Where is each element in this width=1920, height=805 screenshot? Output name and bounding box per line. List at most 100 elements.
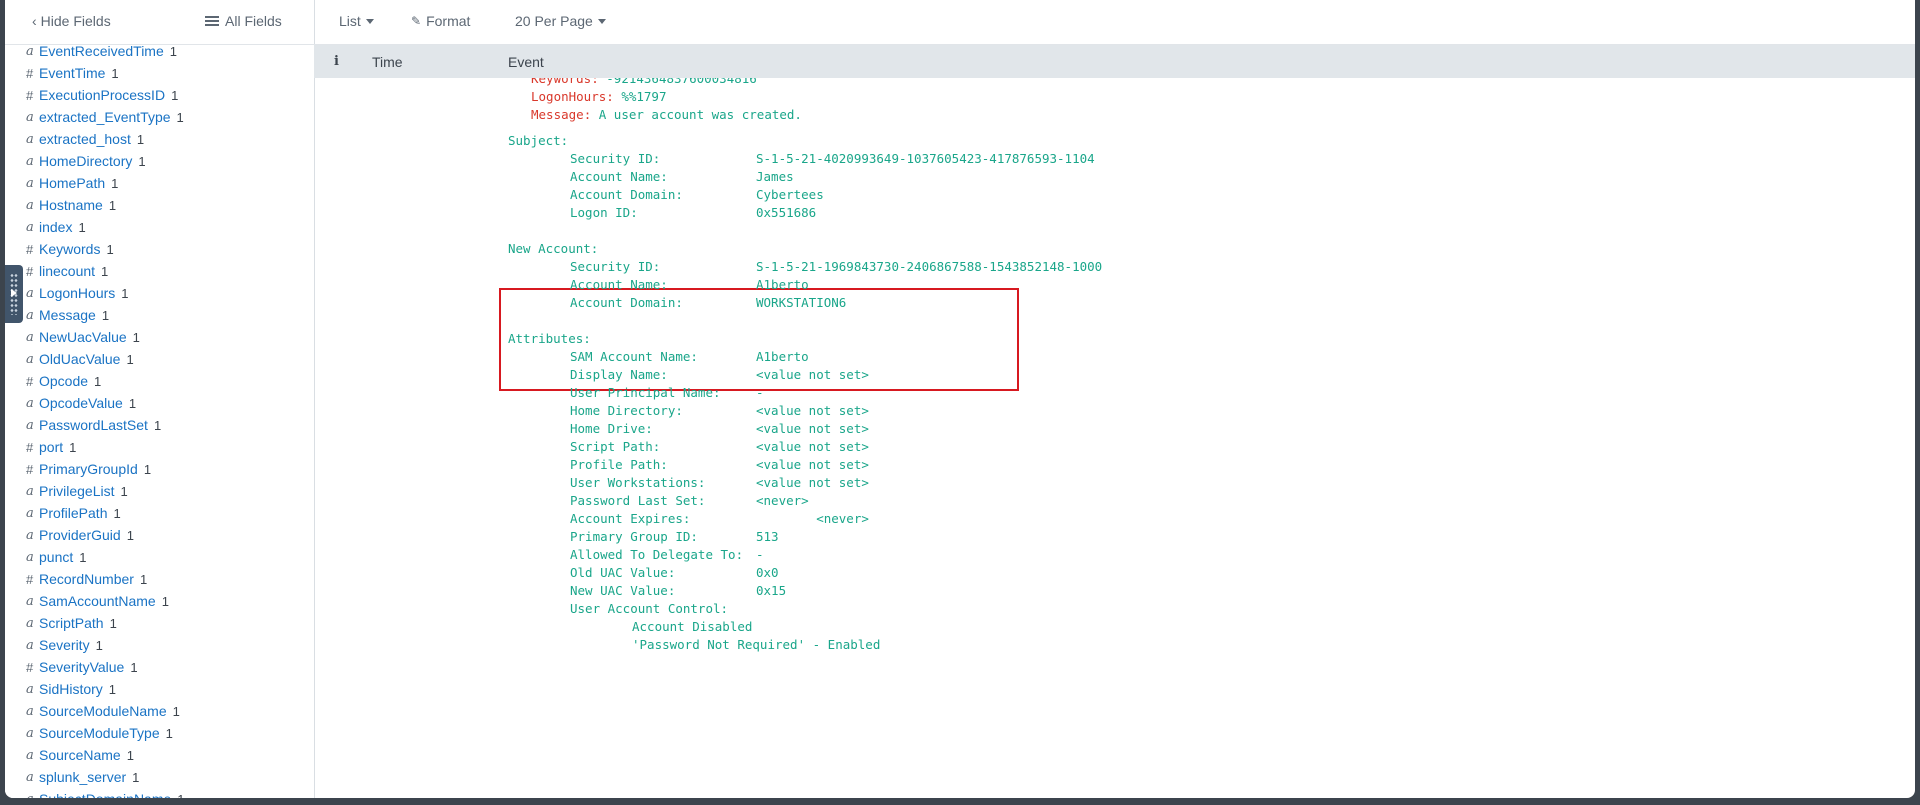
field-name[interactable]: SeverityValue [39, 659, 124, 675]
field-item[interactable]: a SourceModuleName 1 [5, 700, 314, 722]
field-name[interactable]: port [39, 439, 63, 455]
field-name[interactable]: NewUacValue [39, 329, 127, 345]
field-item[interactable]: a ScriptPath 1 [5, 612, 314, 634]
field-name[interactable]: PrimaryGroupId [39, 461, 138, 477]
field-item[interactable]: # linecount 1 [5, 260, 314, 282]
sidebar-drag-handle[interactable] [5, 265, 23, 323]
field-name[interactable]: index [39, 219, 72, 235]
field-item[interactable]: a EventReceivedTime 1 [5, 40, 314, 62]
field-item[interactable]: # EventTime 1 [5, 62, 314, 84]
field-name[interactable]: Hostname [39, 197, 103, 213]
field-name[interactable]: Opcode [39, 373, 88, 389]
field-item[interactable]: a SourceName 1 [5, 744, 314, 766]
field-item[interactable]: # Opcode 1 [5, 370, 314, 392]
field-item[interactable]: # SeverityValue 1 [5, 656, 314, 678]
field-count: 1 [94, 373, 102, 389]
field-type-icon: # [26, 373, 34, 389]
field-type-icon: a [26, 637, 34, 653]
field-name[interactable]: punct [39, 549, 73, 565]
field-item[interactable]: a PasswordLastSet 1 [5, 414, 314, 436]
field-name[interactable]: OldUacValue [39, 351, 120, 367]
field-type-icon: # [26, 65, 34, 81]
time-column-header[interactable]: Time [372, 54, 403, 70]
field-type-icon: a [26, 483, 34, 499]
field-item[interactable]: a SourceModuleType 1 [5, 722, 314, 744]
field-item[interactable]: aSubjectDomainName 1 [5, 788, 314, 798]
field-name[interactable]: ProfilePath [39, 505, 107, 521]
field-item[interactable]: # ExecutionProcessID 1 [5, 84, 314, 106]
field-item[interactable]: a splunk_server 1 [5, 766, 314, 788]
field-count: 1 [126, 527, 134, 543]
field-name[interactable]: Keywords [39, 241, 100, 257]
field-count: 1 [113, 505, 121, 521]
field-count: 1 [126, 747, 134, 763]
field-item[interactable]: a Severity 1 [5, 634, 314, 656]
field-item[interactable]: # port 1 [5, 436, 314, 458]
field-name[interactable]: LogonHours [39, 285, 115, 301]
field-item[interactable]: a Message 1 [5, 304, 314, 326]
field-name[interactable]: SourceModuleName [39, 703, 167, 719]
field-name[interactable]: PrivilegeList [39, 483, 114, 499]
field-name[interactable]: ProviderGuid [39, 527, 121, 543]
field-count: 1 [108, 681, 117, 697]
field-item[interactable]: # Keywords 1 [5, 238, 314, 260]
per-page-dropdown[interactable]: 20 Per Page [515, 13, 606, 29]
field-item[interactable]: a ProviderGuid 1 [5, 524, 314, 546]
field-type-icon: a [26, 747, 34, 763]
field-type-icon: a [26, 329, 34, 345]
field-item[interactable]: a SamAccountName 1 [5, 590, 314, 612]
event-key: Message [531, 107, 584, 122]
all-fields-button[interactable]: All Fields [205, 13, 282, 29]
field-name[interactable]: SidHistory [39, 681, 103, 697]
event-value: %%1797 [621, 89, 667, 104]
field-item[interactable]: a HomeDirectory 1 [5, 150, 314, 172]
event-line-value: 0x15 [756, 583, 787, 598]
field-name[interactable]: SubjectDomainName [39, 791, 171, 798]
field-item[interactable]: # RecordNumber 1 [5, 568, 314, 590]
field-name[interactable]: SamAccountName [39, 593, 156, 609]
field-name[interactable]: OpcodeValue [39, 395, 123, 411]
field-name[interactable]: Severity [39, 637, 90, 653]
format-button[interactable]: ✎ Format [411, 13, 470, 29]
field-name[interactable]: extracted_host [39, 131, 131, 147]
field-item[interactable]: a OpcodeValue 1 [5, 392, 314, 414]
field-name[interactable]: ExecutionProcessID [39, 87, 165, 103]
hide-fields-button[interactable]: ‹ Hide Fields [32, 13, 111, 29]
event-column-header[interactable]: Event [508, 54, 544, 70]
field-item[interactable]: a OldUacValue 1 [5, 348, 314, 370]
field-item[interactable]: a LogonHours 1 [5, 282, 314, 304]
info-column-icon[interactable]: i [334, 54, 339, 69]
field-item[interactable]: a PrivilegeList 1 [5, 480, 314, 502]
field-item[interactable]: a Hostname 1 [5, 194, 314, 216]
field-name[interactable]: PasswordLastSet [39, 417, 148, 433]
event-message-line: Message: A user account was created. [531, 107, 802, 122]
field-name[interactable]: SourceName [39, 747, 121, 763]
field-count: 1 [139, 571, 148, 587]
field-name[interactable]: HomeDirectory [39, 153, 132, 169]
field-type-icon: # [26, 241, 34, 257]
field-item[interactable]: a extracted_EventType 1 [5, 106, 314, 128]
field-item[interactable]: a punct 1 [5, 546, 314, 568]
field-item[interactable]: a NewUacValue 1 [5, 326, 314, 348]
field-name[interactable]: splunk_server [39, 769, 126, 785]
field-name[interactable]: extracted_EventType [39, 109, 171, 125]
field-name[interactable]: EventTime [39, 65, 105, 81]
field-item[interactable]: a HomePath 1 [5, 172, 314, 194]
field-name[interactable]: RecordNumber [39, 571, 134, 587]
event-line-label: Logon ID: [570, 205, 638, 220]
field-item[interactable]: # PrimaryGroupId 1 [5, 458, 314, 480]
field-item[interactable]: a SidHistory 1 [5, 678, 314, 700]
list-view-dropdown[interactable]: List [339, 13, 374, 29]
field-count: 1 [109, 615, 117, 631]
field-name[interactable]: HomePath [39, 175, 105, 191]
field-item[interactable]: a index 1 [5, 216, 314, 238]
field-name[interactable]: Message [39, 307, 96, 323]
field-name[interactable]: ScriptPath [39, 615, 104, 631]
field-name[interactable]: EventReceivedTime [39, 43, 164, 59]
field-name[interactable]: linecount [39, 263, 95, 279]
field-count: 1 [171, 87, 179, 103]
field-item[interactable]: a ProfilePath 1 [5, 502, 314, 524]
field-name[interactable]: SourceModuleType [39, 725, 160, 741]
field-item[interactable]: a extracted_host 1 [5, 128, 314, 150]
list-view-label: List [339, 13, 361, 29]
